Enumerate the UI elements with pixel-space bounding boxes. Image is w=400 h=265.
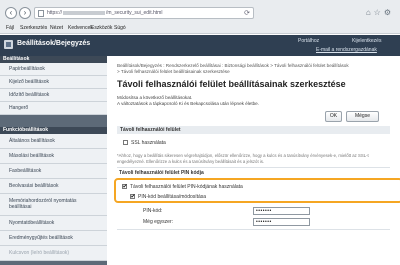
menu-tools[interactable]: Eszközök — [91, 25, 112, 31]
sidebar-item-general[interactable]: Általános beállítások — [0, 134, 107, 149]
address-bar[interactable]: https:// /m_security_sui_edit.html ⟳ — [34, 7, 254, 19]
description-line-2: A változtatások a tápkapcsoló Ki és Beka… — [117, 101, 259, 106]
divider — [117, 167, 390, 168]
ssl-checkbox[interactable] — [123, 140, 128, 145]
menu-help[interactable]: Súgó — [114, 25, 126, 31]
sidebar-item-paper[interactable]: Papírbeállítások — [0, 63, 107, 76]
menu-bar: Fájl Szerkesztés Nézet Kedvencek Eszközö… — [0, 24, 400, 34]
use-pin-label: Távoli felhasználói felület PIN-kódjának… — [130, 184, 243, 190]
pin-label: PIN-kód: — [143, 208, 163, 214]
pin-input[interactable]: ••••••• — [253, 207, 310, 215]
settings-app-icon — [4, 40, 13, 49]
ssl-note: *Ahhoz, hogy a beállítás sikeresen végre… — [117, 153, 369, 164]
sidebar-item-fax[interactable]: Faxbeállítások — [0, 164, 107, 179]
menu-view[interactable]: Nézet — [50, 25, 63, 31]
sidebar-item-copy[interactable]: Másolási beállítások — [0, 149, 107, 164]
url-host-redacted — [63, 10, 106, 15]
sidebar: Beállítások Papírbeállítások Kijelző beá… — [0, 56, 107, 265]
sidebar-item-volume[interactable]: Hangerő — [0, 102, 107, 115]
sidebar-item-display[interactable]: Kijelző beállítások — [0, 76, 107, 89]
page-icon — [38, 10, 44, 17]
sidebar-item-scan[interactable]: Beolvasási beállítások — [0, 179, 107, 194]
pin-confirm-input[interactable]: ••••••• — [253, 218, 310, 226]
pin-confirm-label: Még egyszer: — [143, 219, 174, 225]
app-header: Beállítások/Bejegyzés Portálhoz Kijelent… — [0, 35, 400, 56]
pin-settings-checkbox[interactable] — [130, 193, 136, 200]
mail-admin-link[interactable]: E-mail a rendszergazdának — [316, 47, 377, 53]
back-icon[interactable]: ‹ — [5, 7, 17, 19]
cancel-button[interactable]: Mégse — [346, 111, 379, 122]
menu-favorites[interactable]: Kedvencek — [68, 25, 93, 31]
app-title: Beállítások/Bejegyzés — [17, 40, 91, 47]
page-description: Módosítsa a következő beállításokat. A v… — [117, 95, 259, 107]
ok-button[interactable]: OK — [325, 111, 342, 122]
ssl-label: SSL használata — [131, 140, 166, 146]
breadcrumb-line-2: > Távoli felhasználói felület beállítása… — [117, 69, 230, 74]
pin-section-title: Távoli felhasználói felület PIN kódja — [119, 170, 204, 176]
bottom-divider — [117, 229, 390, 230]
url-suffix: /m_security_sui_edit.html — [106, 10, 163, 16]
forward-icon[interactable]: › — [19, 7, 31, 19]
breadcrumb: Beállítások/Bejegyzés : Rendszerkezelő b… — [117, 63, 392, 75]
url-prefix: https:// — [47, 10, 63, 16]
url-text: https:// /m_security_sui_edit.html — [47, 10, 162, 16]
logout-link[interactable]: Kijelentkezés — [352, 38, 381, 44]
pin-settings-label: PIN-kód beállítása/módosítása — [138, 194, 207, 200]
portal-link[interactable]: Portálhoz — [298, 38, 319, 44]
sidebar-item-memory-print[interactable]: Memóriahordozóról nyomtatás beállításai — [0, 194, 107, 216]
browser-chrome: ‹ › https:///m_security_sui_edit.html ⟳ … — [0, 0, 400, 34]
sidebar-item-printer[interactable]: Nyomtatóbeállítások — [0, 216, 107, 231]
sidebar-group-functions: Funkcióbeállítások — [0, 127, 107, 134]
sidebar-item-timer[interactable]: Időzítő beállítások — [0, 89, 107, 102]
section-remote-ui: Távoli felhasználói felület — [117, 126, 390, 134]
sidebar-item-results[interactable]: Eredménygyűjtés beállítások — [0, 231, 107, 246]
sidebar-group-settings: Beállítások — [0, 56, 107, 63]
menu-file[interactable]: Fájl — [6, 25, 14, 31]
menu-edit[interactable]: Szerkesztés — [20, 25, 47, 31]
page-title: Távoli felhasználói felület beállításain… — [117, 79, 346, 89]
use-pin-checkbox[interactable] — [122, 183, 128, 190]
browser-toolbar-icons[interactable]: ⌂☆⚙ — [366, 8, 394, 17]
refresh-icon[interactable]: ⟳ — [244, 9, 250, 17]
address-row: ‹ › https:///m_security_sui_edit.html ⟳ … — [0, 0, 400, 24]
sidebar-item-extra[interactable]: Kulcsvon (leíró beállítások) — [0, 246, 107, 261]
